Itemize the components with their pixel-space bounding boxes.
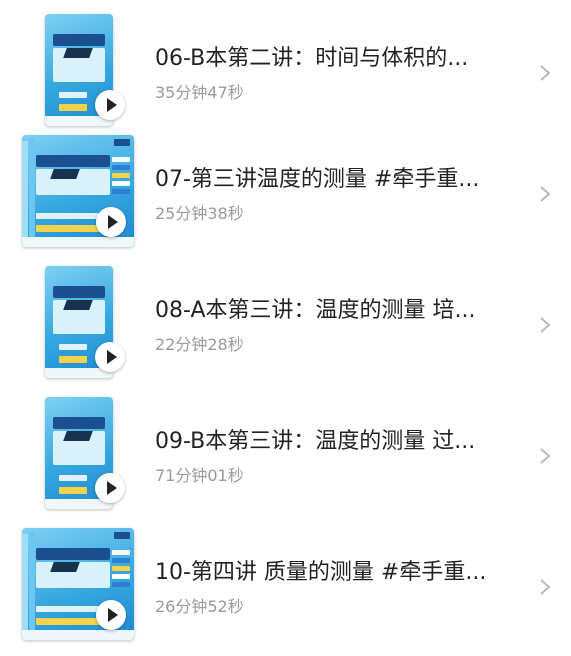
video-duration: 26分钟52秒 <box>155 597 244 616</box>
list-item[interactable]: 08-A本第三讲：温度的测量 培... 22分钟28秒 <box>0 266 571 397</box>
video-thumbnail[interactable] <box>45 397 125 509</box>
video-duration: 71分钟01秒 <box>155 466 244 485</box>
video-title[interactable]: 07-第三讲温度的测量 #牵手重... <box>155 161 505 193</box>
video-duration: 22分钟28秒 <box>155 335 244 354</box>
video-duration: 35分钟47秒 <box>155 83 244 102</box>
chevron-right-icon[interactable] <box>538 315 552 335</box>
video-title[interactable]: 06-B本第二讲：时间与体积的... <box>155 40 505 72</box>
play-icon[interactable] <box>96 207 126 237</box>
play-icon[interactable] <box>95 473 125 503</box>
list-item[interactable]: 09-B本第三讲：温度的测量 过... 71分钟01秒 <box>0 397 571 528</box>
chevron-right-icon[interactable] <box>538 63 552 83</box>
play-icon[interactable] <box>95 342 125 372</box>
chevron-right-icon[interactable] <box>538 184 552 204</box>
video-title[interactable]: 08-A本第三讲：温度的测量 培... <box>155 292 505 324</box>
video-duration: 25分钟38秒 <box>155 204 244 223</box>
video-thumbnail[interactable] <box>22 528 134 640</box>
play-icon[interactable] <box>96 600 126 630</box>
list-item[interactable]: 06-B本第二讲：时间与体积的... 35分钟47秒 <box>0 14 571 145</box>
video-thumbnail[interactable] <box>45 266 125 378</box>
list-item[interactable]: 07-第三讲温度的测量 #牵手重... 25分钟38秒 <box>0 135 571 266</box>
list-item[interactable]: 10-第四讲 质量的测量 #牵手重... 26分钟52秒 <box>0 528 571 656</box>
video-list: 06-B本第二讲：时间与体积的... 35分钟47秒 07-第三讲温度的测量 #… <box>0 0 571 656</box>
video-thumbnail[interactable] <box>22 135 134 247</box>
video-thumbnail[interactable] <box>45 14 125 126</box>
video-title[interactable]: 09-B本第三讲：温度的测量 过... <box>155 423 505 455</box>
play-icon[interactable] <box>95 90 125 120</box>
chevron-right-icon[interactable] <box>538 446 552 466</box>
chevron-right-icon[interactable] <box>538 577 552 597</box>
video-title[interactable]: 10-第四讲 质量的测量 #牵手重... <box>155 554 505 586</box>
